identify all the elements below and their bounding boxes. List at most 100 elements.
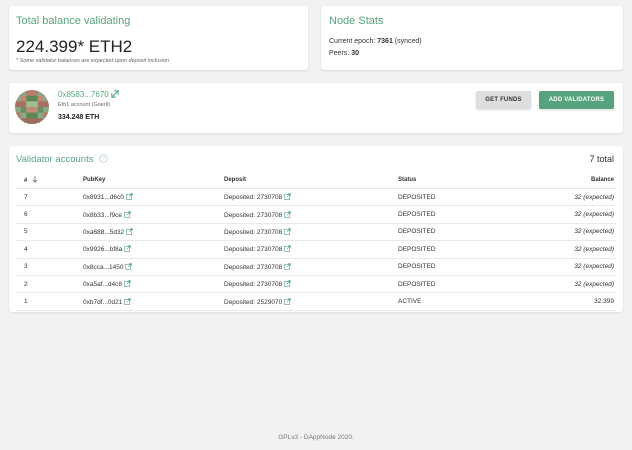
row-balance: 32 (expected) [526,275,616,294]
column-header-status: Status [398,171,526,189]
table-row: 1 0xb7df...0d21 Deposited: 2529070 ACTIVE 32… [16,292,616,311]
total-balance-title: Total balance validating [16,15,131,27]
avatar [15,90,49,124]
external-link-icon[interactable] [126,228,133,235]
account-address-line: 0x8583...7670 [58,90,119,99]
get-funds-button[interactable]: GET FUNDS [476,91,531,109]
external-link-icon[interactable] [284,210,291,218]
row-pubkey-cell: 0xa5af...d4c8 [83,275,224,294]
table-row: 2 0xa5af...d4c8 Deposited: 2730708 DEPOSITE… [16,275,616,294]
validator-total-count: 7 total [589,154,614,164]
validator-accounts-header: Validator accounts ? [16,154,108,165]
row-pubkey[interactable]: 0x8931...d6c0 [83,194,124,201]
table-row: 6 0x8b33...f9ce Deposited: 2730708 DEPOSITE… [16,205,616,224]
avatar-identicon [15,90,49,124]
svg-text:?: ? [102,156,105,162]
peers-value: 30 [351,50,359,57]
current-epoch-line: Current epoch: 7361 (synced) [329,38,422,45]
column-header-index[interactable]: # [16,171,83,189]
external-link-icon[interactable] [284,228,291,235]
row-pubkey[interactable]: 0xa5af...d4c8 [83,281,122,288]
row-index: 6 [16,205,83,224]
add-validators-button[interactable]: ADD VALIDATORS [539,91,614,109]
external-link-icon[interactable] [124,280,131,287]
total-balance-card: Total balance validating 224.399* ETH2 *… [9,6,308,70]
external-link-icon[interactable] [284,280,291,287]
row-pubkey-cell: 0x8931...d6c0 [83,188,224,207]
row-pubkey[interactable]: 0x8b33...f9ce [83,212,122,219]
sync-status: (synced) [394,38,422,45]
row-deposit: Deposited: 2730708 [224,211,283,219]
row-status: ACTIVE [398,292,526,311]
row-balance: 32 (expected) [526,205,616,224]
row-deposit: Deposited: 2730708 [224,194,283,202]
row-status: DEPOSITED [398,188,526,207]
external-link-icon[interactable] [124,297,132,305]
external-link-icon[interactable] [126,193,133,200]
node-stats-card: Node Stats Current epoch: 7361 (synced) … [321,6,623,70]
current-epoch-value: 7361 [377,38,393,45]
total-balance-amount: 224.399* ETH2 [16,37,133,56]
table-header-row: # PubKey Deposit Status Balance [16,171,616,189]
row-balance: 32.399 [526,292,616,311]
row-pubkey-cell: 0x9926...bf8a [83,240,224,259]
row-status: DEPOSITED [398,240,526,259]
validator-accounts-title: Validator accounts [16,154,94,165]
validators-table: # PubKey Deposit Status Balance 7 0x8931.… [16,171,616,311]
row-deposit: Deposited: 2730708 [224,228,283,236]
row-deposit: Deposited: 2730708 [224,281,283,289]
external-link-icon[interactable] [284,297,291,305]
row-deposit-cell: Deposited: 2529070 [224,292,398,311]
row-balance: 32 (expected) [526,188,616,207]
row-balance: 32 (expected) [526,223,616,242]
column-header-pubkey: PubKey [83,171,224,189]
row-status: DEPOSITED [398,275,526,294]
table-row: 7 0x8931...d6c0 Deposited: 2730708 DEPOSITE… [16,188,616,207]
row-pubkey[interactable]: 0xa688...5d32 [83,229,124,236]
row-balance: 32 (expected) [526,240,616,259]
sort-arrow-down-icon[interactable] [32,175,38,183]
expand-icon[interactable] [111,90,119,98]
row-index: 5 [16,223,83,242]
footer: GPLv3 - DAppNode 2020. [278,434,354,441]
row-deposit: Deposited: 2529070 [224,298,283,306]
row-index: 7 [16,188,83,207]
row-deposit-cell: Deposited: 2730708 [224,275,398,294]
row-status: DEPOSITED [398,205,526,224]
peers-label: Peers: [329,50,350,57]
external-link-icon[interactable] [124,210,131,218]
external-link-icon[interactable] [284,262,291,270]
external-link-icon[interactable] [125,262,133,270]
account-balance: 334.248 ETH [58,114,100,121]
row-status: DEPOSITED [398,223,526,242]
row-pubkey[interactable]: 0x9926...bf8a [83,246,122,253]
row-deposit: Deposited: 2730708 [224,263,283,271]
row-index: 4 [16,240,83,259]
row-pubkey[interactable]: 0xb7df...0d21 [83,299,122,306]
column-header-deposit: Deposit [224,171,398,189]
row-deposit: Deposited: 2730708 [224,246,283,254]
external-link-icon[interactable] [284,193,291,200]
row-pubkey[interactable]: 0x8cca...1450 [83,264,123,271]
row-status: DEPOSITED [398,258,526,276]
external-link-icon[interactable] [124,245,132,253]
balance-note: * Some validator balances are expected u… [16,58,170,64]
row-index: 3 [16,258,83,276]
external-link-icon[interactable] [284,245,291,253]
row-pubkey-cell: 0x8b33...f9ce [83,205,224,224]
current-epoch-label: Current epoch: [329,38,376,45]
peers-line: Peers: 30 [329,50,359,57]
row-deposit-cell: Deposited: 2730708 [224,205,398,224]
account-address[interactable]: 0x8583...7670 [58,90,109,99]
table-row: 5 0xa688...5d32 Deposited: 2730708 DEPOSITE… [16,223,616,242]
table-row: 4 0x9926...bf8a Deposited: 2730708 DEPOSITE… [16,240,616,259]
eth1-account-card: 0x8583...7670 Eth1 account (Goerli) 334.… [9,83,623,133]
validator-accounts-card: Validator accounts ? 7 total # PubKey De… [9,146,623,312]
node-stats-title: Node Stats [329,15,384,27]
row-deposit-cell: Deposited: 2730708 [224,258,398,276]
row-index: 2 [16,275,83,294]
row-index: 1 [16,292,83,311]
help-circle-icon[interactable]: ? [99,154,108,163]
row-deposit-cell: Deposited: 2730708 [224,188,398,207]
account-subtitle: Eth1 account (Goerli) [58,102,110,108]
